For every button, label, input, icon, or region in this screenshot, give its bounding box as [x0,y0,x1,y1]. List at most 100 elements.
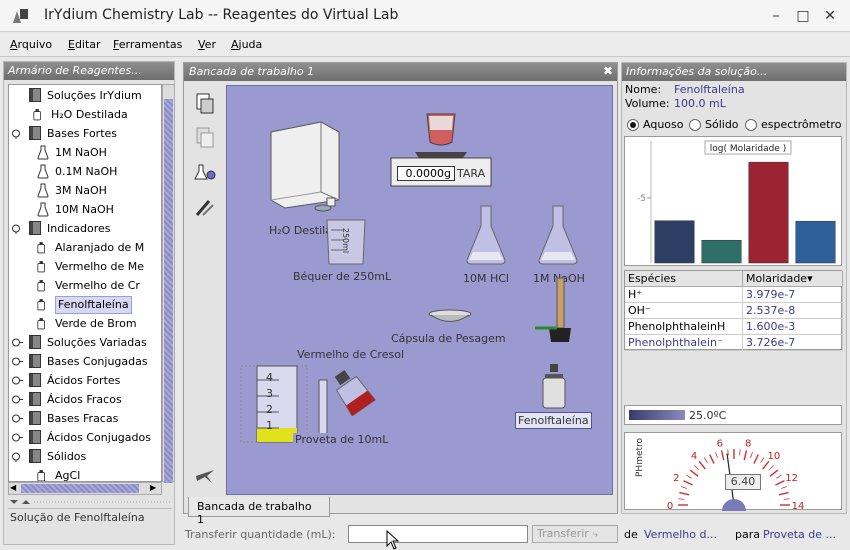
tab-workbench-1[interactable]: Bancada de trabalho 1 [188,497,330,526]
workbench-title: Bancada de trabalho 1 [189,65,315,78]
menu-arquivo[interactable]: Arquivo [10,38,52,51]
target-solution[interactable]: Proveta de ... [763,528,836,541]
tree-vertical-scroll-thumb[interactable] [164,99,173,483]
tree-item[interactable]: Sólidos [9,447,161,466]
tree-item-label: 3M NaOH [55,184,107,197]
airplane-icon[interactable] [193,463,217,487]
hcl-flask-icon[interactable] [465,204,507,266]
glassware-tool-icon[interactable] [193,161,217,185]
scroll-right-icon[interactable]: ▶ [150,483,156,492]
graduated-cylinder-icon[interactable] [239,364,339,444]
tree-item[interactable]: Alaranjado de M [9,238,161,257]
close-button[interactable]: ✕ [820,6,840,26]
expand-toggle-icon[interactable] [12,413,23,424]
water-dispenser-icon[interactable] [265,118,345,212]
tree-item[interactable]: Vermelho de Me [9,257,161,276]
panel-splitter[interactable] [4,498,174,506]
species-name-cell: OH⁻ [625,303,743,319]
tree-item[interactable]: 10M NaOH [9,200,161,219]
tree-item[interactable]: 1M NaOH [9,143,161,162]
beaker-mark: 250ml [341,227,351,254]
menu-ferramentas[interactable]: Ferramentas [113,38,182,51]
book-icon [29,221,41,235]
workbench-canvas[interactable]: H₂O Destilada 0.0000g TARA 250ml Béquer … [226,85,613,495]
tree-vertical-scrollbar[interactable] [162,84,175,483]
chart-bar[interactable] [748,161,789,264]
tools-icon[interactable] [193,195,217,219]
tree-item[interactable]: Verde de Brom [9,314,161,333]
transfer-arrow-icon: ⤷ [592,529,598,540]
tree-item[interactable]: 0.1M NaOH [9,162,161,181]
tare-button[interactable]: TARA [457,167,485,180]
tree-item[interactable]: Bases Fracas [9,409,161,428]
tree-item[interactable]: Indicadores [9,219,161,238]
radio-espectrometro-label[interactable]: espectrômetro [761,118,841,131]
expand-toggle-icon[interactable] [12,432,23,443]
book-icon [29,430,41,444]
tree-item-label: Vermelho de Me [55,260,145,273]
tree-item-label: 10M NaOH [55,203,114,216]
phenolphthalein-label[interactable]: Fenolftaleína [515,412,592,429]
naoh-flask-icon[interactable] [537,204,579,266]
tree-horizontal-scroll-thumb[interactable] [21,484,139,493]
tree-horizontal-scrollbar[interactable]: ◀ ▶ [8,482,162,495]
tree-item[interactable]: Ácidos Conjugados [9,428,161,447]
menu-ajuda[interactable]: Ajuda [231,38,262,51]
ph-scale-label: 4 [691,451,697,462]
expand-toggle-icon[interactable] [12,394,23,405]
close-workbench-icon[interactable]: ✖ [603,64,613,78]
ph-scale-tick [776,474,782,479]
chart-bar[interactable] [654,220,695,264]
molarity-header[interactable]: Molaridade▾ [743,271,843,287]
reagent-tree[interactable]: Soluções IrYdium H₂O Destilada Bases Forte… [8,84,162,482]
scroll-left-icon[interactable]: ◀ [10,483,16,492]
bottle-icon [33,109,41,121]
transfer-amount-input[interactable] [348,525,528,543]
radio-aquoso[interactable] [627,119,639,131]
cresol-label: Vermelho de Cresol [297,348,404,361]
menu-ver[interactable]: Ver [198,38,216,51]
expand-toggle-icon[interactable] [12,375,23,386]
chart-bar[interactable] [795,220,836,264]
tree-item[interactable]: Vermelho de Cr [9,276,161,295]
expand-toggle-icon[interactable] [12,128,23,139]
tree-item[interactable]: Bases Fortes [9,124,161,143]
minimize-button[interactable]: – [766,6,786,26]
species-header[interactable]: Espécies [625,271,743,287]
radio-espectrometro[interactable] [745,119,757,131]
transfer-button[interactable]: Transferir ⤷ [532,525,618,543]
radio-solido[interactable] [689,119,701,131]
tree-item[interactable]: AgCl [9,466,161,481]
radio-solido-label[interactable]: Sólido [705,118,739,131]
chart-y-tick-label: -5 [637,194,646,204]
workbench-header: Bancada de trabalho 1 ✖ [184,63,617,81]
tree-item[interactable]: 3M NaOH [9,181,161,200]
phenolphthalein-bottle-icon[interactable] [539,362,569,410]
new-solution-icon[interactable] [193,91,217,115]
weighing-capsule-icon[interactable] [427,308,473,326]
tree-item[interactable]: Fenolftaleína [9,295,161,314]
chart-bar[interactable] [701,239,742,264]
tree-item[interactable]: H₂O Destilada [9,105,161,124]
tree-item[interactable]: Bases Conjugadas [9,352,161,371]
copy-solution-icon[interactable] [193,125,217,149]
reagent-cabinet-panel: Armário de Reagentes... Soluções IrYdium… [3,61,175,545]
tree-item[interactable]: Soluções Variadas [9,333,161,352]
menu-editar[interactable]: Editar [68,38,101,51]
expand-toggle-icon[interactable] [12,356,23,367]
tree-item-label: Fenolftaleína [55,296,132,314]
radio-aquoso-label[interactable]: Aquoso [643,118,683,131]
tree-item-label: Ácidos Fortes [47,374,121,387]
expand-toggle-icon[interactable] [12,337,23,348]
tree-item[interactable]: Ácidos Fracos [9,390,161,409]
tree-item[interactable]: Ácidos Fortes [9,371,161,390]
tree-item-label: Sólidos [47,450,87,463]
bunsen-burner-icon[interactable] [533,276,573,346]
book-icon [29,373,41,387]
maximize-button[interactable]: □ [793,6,813,26]
tree-item-label: Bases Conjugadas [47,355,148,368]
tree-item[interactable]: Soluções IrYdium [9,86,161,105]
source-solution[interactable]: Vermelho d... [644,528,717,541]
expand-toggle-icon[interactable] [12,451,23,462]
expand-toggle-icon[interactable] [12,223,23,234]
